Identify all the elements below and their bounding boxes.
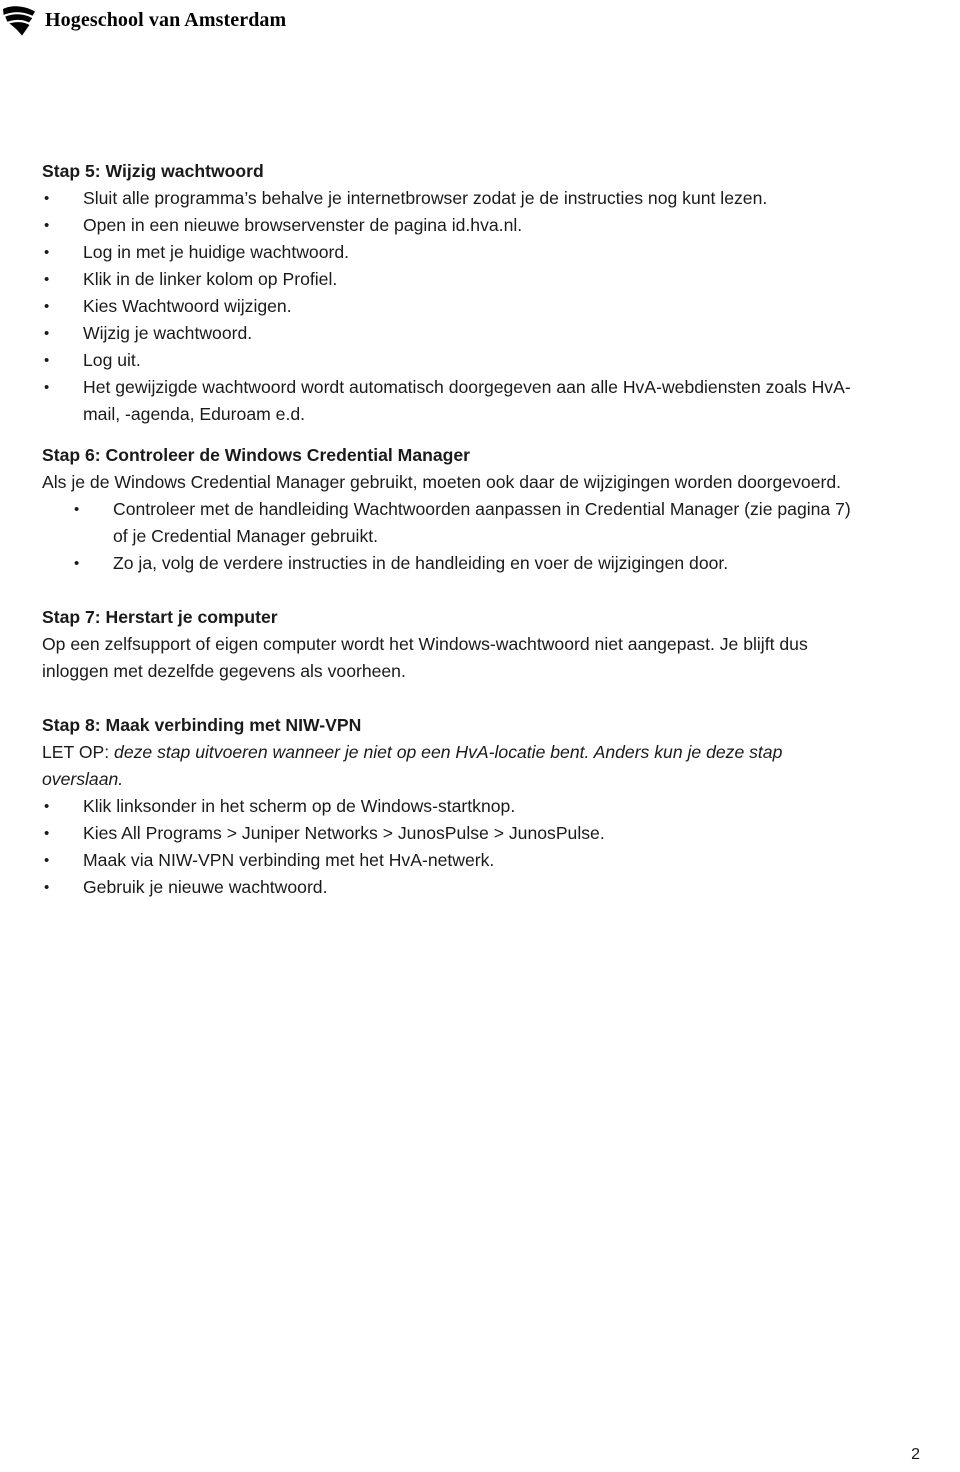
heading-stap-8: Stap 8: Maak verbinding met NIW-VPN	[42, 715, 362, 735]
list-item: • Gebruik je nieuwe wachtwoord.	[42, 874, 854, 901]
list-item: • Open in een nieuwe browservenster de p…	[42, 212, 854, 239]
list-item-text: Log in met je huidige wachtwoord.	[83, 242, 350, 262]
document-body: Stap 5: Wijzig wachtwoord • Sluit alle p…	[42, 158, 854, 901]
list-item-text: Klik linksonder in het scherm op de Wind…	[83, 796, 516, 816]
list-item: • Log in met je huidige wachtwoord.	[42, 239, 854, 266]
heading-stap-6: Stap 6: Controleer de Windows Credential…	[42, 445, 471, 465]
note-italic-text: deze stap uitvoeren wanneer je niet op e…	[42, 742, 783, 789]
heading-stap-7: Stap 7: Herstart je computer	[42, 607, 278, 627]
paragraph-stap-8-note: LET OP: deze stap uitvoeren wanneer je n…	[42, 739, 854, 793]
list-item: • Klik in de linker kolom op Profiel.	[42, 266, 854, 293]
list-item: • Maak via NIW-VPN verbinding met het Hv…	[42, 847, 854, 874]
bullet-icon: •	[44, 271, 50, 288]
bullet-icon: •	[44, 217, 50, 234]
header-title: Hogeschool van Amsterdam	[45, 9, 287, 31]
list-item: • Wijzig je wachtwoord.	[42, 320, 854, 347]
list-item: • Zo ja, volg de verdere instructies in …	[72, 550, 854, 577]
bullet-icon: •	[44, 190, 50, 207]
bullet-icon: •	[44, 879, 50, 896]
list-item-text: Kies Wachtwoord wijzigen.	[83, 296, 292, 316]
bullet-icon: •	[44, 852, 50, 869]
note-prefix: LET OP:	[42, 742, 115, 762]
list-stap-6: • Controleer met de handleiding Wachtwoo…	[42, 496, 854, 577]
list-item-text: Controleer met de handleiding Wachtwoord…	[113, 499, 851, 546]
bullet-icon: •	[44, 798, 50, 815]
list-item: • Kies All Programs > Juniper Networks >…	[42, 820, 854, 847]
list-item-text: Maak via NIW-VPN verbinding met het HvA-…	[83, 850, 495, 870]
bullet-icon: •	[44, 379, 50, 396]
section-stap-7: Stap 7: Herstart je computer Op een zelf…	[42, 604, 854, 685]
list-item-text: Sluit alle programma’s behalve je intern…	[83, 188, 768, 208]
list-item-text: Gebruik je nieuwe wachtwoord.	[83, 877, 328, 897]
list-item: • Klik linksonder in het scherm op de Wi…	[42, 793, 854, 820]
list-item: • Log uit.	[42, 347, 854, 374]
hva-shield-logo-icon	[2, 6, 36, 36]
bullet-icon: •	[74, 555, 80, 572]
list-item-text: Log uit.	[83, 350, 141, 370]
list-item-text: Klik in de linker kolom op Profiel.	[83, 269, 338, 289]
bullet-icon: •	[44, 244, 50, 261]
list-item: • Het gewijzigde wachtwoord wordt automa…	[42, 374, 854, 428]
bullet-icon: •	[44, 825, 50, 842]
section-stap-5: Stap 5: Wijzig wachtwoord • Sluit alle p…	[42, 158, 854, 428]
list-item-text: Wijzig je wachtwoord.	[83, 323, 253, 343]
list-item-text: Open in een nieuwe browservenster de pag…	[83, 215, 523, 235]
heading-stap-5: Stap 5: Wijzig wachtwoord	[42, 161, 264, 181]
bullet-icon: •	[44, 298, 50, 315]
list-item: • Controleer met de handleiding Wachtwoo…	[72, 496, 854, 550]
bullet-icon: •	[44, 325, 50, 342]
list-item-text: Kies All Programs > Juniper Networks > J…	[83, 823, 605, 843]
paragraph-stap-6-intro: Als je de Windows Credential Manager geb…	[42, 472, 842, 492]
section-stap-8: Stap 8: Maak verbinding met NIW-VPN LET …	[42, 712, 854, 901]
bullet-icon: •	[44, 352, 50, 369]
page-header: Hogeschool van Amsterdam	[0, 0, 960, 46]
paragraph-stap-7-intro: Op een zelfsupport of eigen computer wor…	[42, 634, 808, 681]
list-item-text: Het gewijzigde wachtwoord wordt automati…	[83, 377, 851, 424]
section-stap-6: Stap 6: Controleer de Windows Credential…	[42, 442, 854, 577]
page-number: 2	[911, 1446, 920, 1463]
list-stap-8: • Klik linksonder in het scherm op de Wi…	[42, 793, 854, 901]
list-item-text: Zo ja, volg de verdere instructies in de…	[113, 553, 729, 573]
bullet-icon: •	[74, 501, 80, 518]
list-item: • Sluit alle programma’s behalve je inte…	[42, 185, 854, 212]
list-stap-5: • Sluit alle programma’s behalve je inte…	[42, 185, 854, 428]
list-item: • Kies Wachtwoord wijzigen.	[42, 293, 854, 320]
page-footer: 2	[0, 1432, 960, 1472]
